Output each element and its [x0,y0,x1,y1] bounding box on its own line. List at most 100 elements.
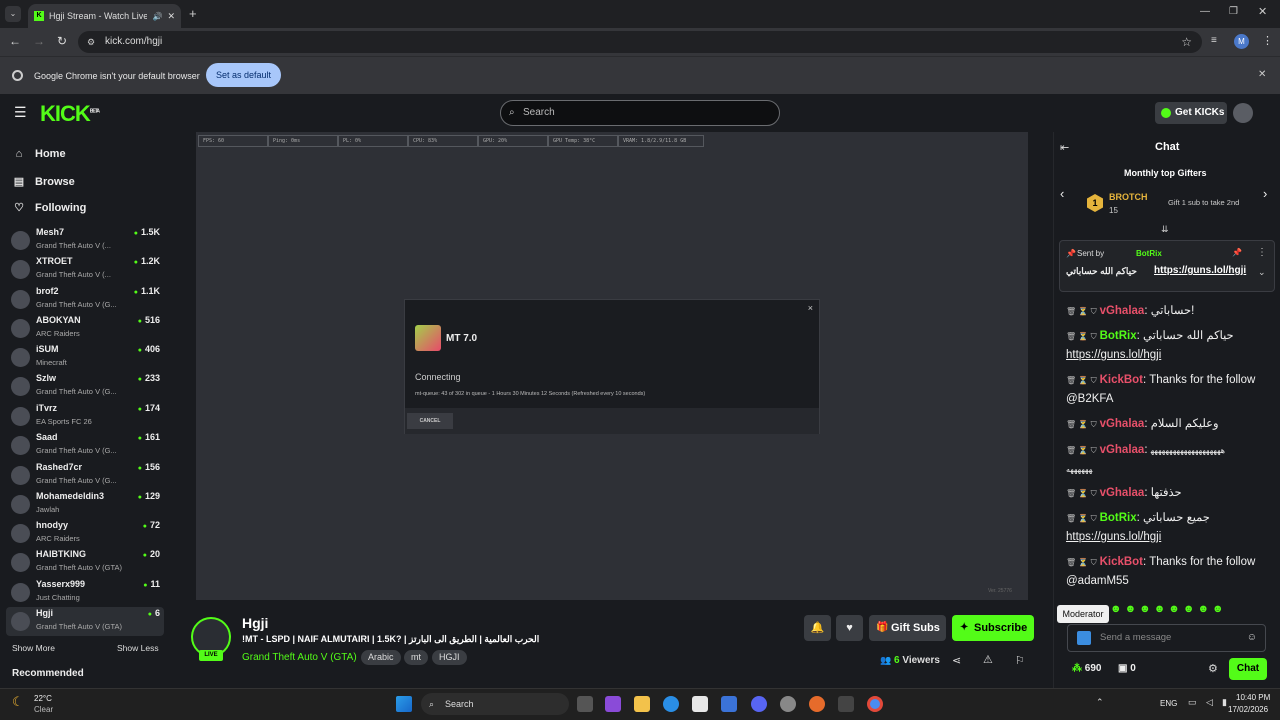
sidebar-channel-itvrz[interactable]: iTvrzEA Sports FC 26174 [6,402,164,431]
chat-settings-icon[interactable]: ⚙ [1208,662,1218,675]
sidebar-channel-abokyan[interactable]: ABOKYANARC Raiders516 [6,314,164,343]
mod-actions-icon[interactable]: 🗑 ⏳ ⛉ [1066,307,1097,316]
collapse-chat-icon[interactable]: ⇤ [1060,141,1069,154]
tab-search-button[interactable]: ⌄ [5,6,21,22]
set-as-default-button[interactable]: Set as default [206,63,281,87]
chat-username[interactable]: vGhalaa [1100,418,1145,430]
chrome-menu-icon[interactable]: ⋮ [1262,34,1273,47]
sidebar-channel-isum[interactable]: iSUMMinecraft406 [6,343,164,372]
tag-mt[interactable]: mt [404,650,428,665]
next-gifter-icon[interactable]: › [1263,186,1267,201]
sidebar-home[interactable]: ⌂ Home [12,148,66,160]
profile-avatar[interactable]: M [1234,34,1249,49]
kick-points[interactable]: ⁂ 690 [1072,663,1101,674]
clock-time[interactable]: 10:40 PM [1236,693,1270,702]
widgets-app-icon[interactable] [605,696,621,712]
minimize-button[interactable]: — [1200,6,1210,17]
show-more-button[interactable]: Show More [12,643,55,653]
reload-button[interactable]: ↻ [57,34,67,48]
pinned-link[interactable]: https://guns.lol/hgji [1154,265,1246,276]
mod-actions-icon[interactable]: 🗑 ⏳ ⛉ [1066,446,1097,455]
search-input[interactable]: ⌕ Search [500,100,780,126]
sidebar-channel-haibtking[interactable]: HAIBTKINGGrand Theft Auto V (GTA)20 [6,548,164,577]
mod-actions-icon[interactable]: 🗑 ⏳ ⛉ [1066,376,1097,385]
steam-icon[interactable] [780,696,796,712]
speaker-icon[interactable]: 🔊 [152,12,162,21]
clock-date[interactable]: 17/02/2026 [1228,705,1268,714]
chat-username[interactable]: BotRix [1100,512,1137,524]
prev-gifter-icon[interactable]: ‹ [1060,186,1064,201]
site-info-icon[interactable]: ⚙ [87,31,95,53]
expand-pinned-icon[interactable]: ⌄ [1258,267,1266,278]
taskbar-search[interactable]: ⌕ Search [421,693,569,715]
browser-tab-active[interactable]: K Hgji Stream - Watch Live o 🔊 ✕ [28,4,181,28]
user-avatar[interactable] [1233,103,1253,123]
sidebar-channel-rashed7cr[interactable]: Rashed7crGrand Theft Auto V (G...156 [6,461,164,490]
chat-username[interactable]: KickBot [1100,374,1143,386]
report-icon[interactable]: ⚠ [983,653,993,666]
edge-icon[interactable] [663,696,679,712]
streamer-name[interactable]: Hgji [242,615,268,631]
notifications-bell-button[interactable]: 🔔 [804,615,831,641]
gifts-counter[interactable]: ▣ 0 [1118,663,1136,674]
back-button[interactable]: ← [9,34,21,48]
emoji-icon[interactable]: ☺ [1247,625,1257,651]
restore-button[interactable]: ❐ [1229,6,1238,17]
sidebar-browse[interactable]: ▤ Browse [12,175,75,189]
sidebar-channel-hgji[interactable]: HgjiGrand Theft Auto V (GTA)6 [6,607,164,636]
sidebar-channel-saad[interactable]: SaadGrand Theft Auto V (G...161 [6,431,164,460]
sidebar-following[interactable]: ♡ Following [12,201,86,215]
bookmark-star-icon[interactable]: ☆ [1181,31,1192,53]
sidebar-channel-xtroet[interactable]: XTROETGrand Theft Auto V (...1.2K [6,255,164,284]
chat-filter-icon[interactable]: ⇊ [1161,224,1169,235]
tag-arabic[interactable]: Arabic [361,650,401,665]
follow-heart-button[interactable]: ♥ [836,615,863,641]
chat-username[interactable]: vGhalaa [1100,487,1145,499]
stream-category-link[interactable]: Grand Theft Auto V (GTA) [242,652,357,663]
mod-actions-icon[interactable]: 🗑 ⏳ ⛉ [1066,332,1097,341]
volume-icon[interactable]: ◁ [1206,697,1213,708]
language-indicator[interactable]: ENG [1160,699,1177,708]
chat-username[interactable]: KickBot [1100,556,1143,568]
show-less-button[interactable]: Show Less [117,643,159,653]
send-chat-button[interactable]: Chat [1229,658,1267,680]
task-view-icon[interactable] [577,696,593,712]
pinned-sender[interactable]: BotRix [1136,249,1162,258]
kick-logo[interactable]: KICKBETA [40,101,100,127]
emote-strip[interactable]: ☻☻☻☻☻☻☻☻ [1110,603,1268,617]
mod-actions-icon[interactable]: 🗑 ⏳ ⛉ [1066,514,1097,523]
sidebar-channel-mohamedeldin3[interactable]: Mohamedeldin3Jawlah129 [6,490,164,519]
share-icon[interactable]: ⋖ [952,654,961,667]
get-kicks-button[interactable]: Get KICKs [1155,102,1227,124]
subscribe-button[interactable]: ✦ Subscribe [952,615,1034,641]
mod-actions-icon[interactable]: 🗑 ⏳ ⛉ [1066,558,1097,567]
windows-start-icon[interactable] [396,696,412,712]
close-window-button[interactable]: ✕ [1258,5,1267,18]
chat-link[interactable]: https://guns.lol/hgji [1066,349,1161,361]
tag-hgji[interactable]: HGJI [432,650,467,665]
address-bar[interactable]: ⚙ kick.com/hgji ☆ [78,31,1202,53]
chat-username[interactable]: vGhalaa [1100,444,1145,456]
infobar-close-icon[interactable]: ✕ [1258,69,1266,80]
sidebar-channel-yasserx999[interactable]: Yasserx999Just Chatting11 [6,578,164,607]
unpin-icon[interactable]: 📌 [1232,248,1242,257]
mod-actions-icon[interactable]: 🗑 ⏳ ⛉ [1066,489,1097,498]
battery-icon[interactable]: ▮ [1222,697,1227,708]
chat-username[interactable]: vGhalaa [1100,305,1145,317]
chat-username[interactable]: BotRix [1100,330,1137,342]
store-icon[interactable] [692,696,708,712]
chat-message-input[interactable]: Send a message ☺ [1067,624,1266,652]
top-gifter-name[interactable]: BROTCH [1109,192,1148,202]
sidebar-channel-szlw[interactable]: SzlwGrand Theft Auto V (G...233 [6,372,164,401]
pinned-menu-icon[interactable]: ⋮ [1257,247,1267,258]
new-tab-button[interactable]: + [189,6,197,21]
network-icon[interactable]: ▭ [1188,697,1197,708]
weather-icon[interactable]: ☾ [12,694,24,710]
reading-list-icon[interactable]: ≡ [1211,35,1217,46]
sidebar-channel-mesh7[interactable]: Mesh7Grand Theft Auto V (...1.5K [6,226,164,255]
tab-close-icon[interactable]: ✕ [167,11,175,22]
hamburger-menu-icon[interactable]: ☰ [14,104,27,121]
weather-temp[interactable]: 22°C [34,694,52,703]
sidebar-channel-hnodyy[interactable]: hnodyyARC Raiders72 [6,519,164,548]
gift-subs-button[interactable]: 🎁 Gift Subs [869,615,946,641]
